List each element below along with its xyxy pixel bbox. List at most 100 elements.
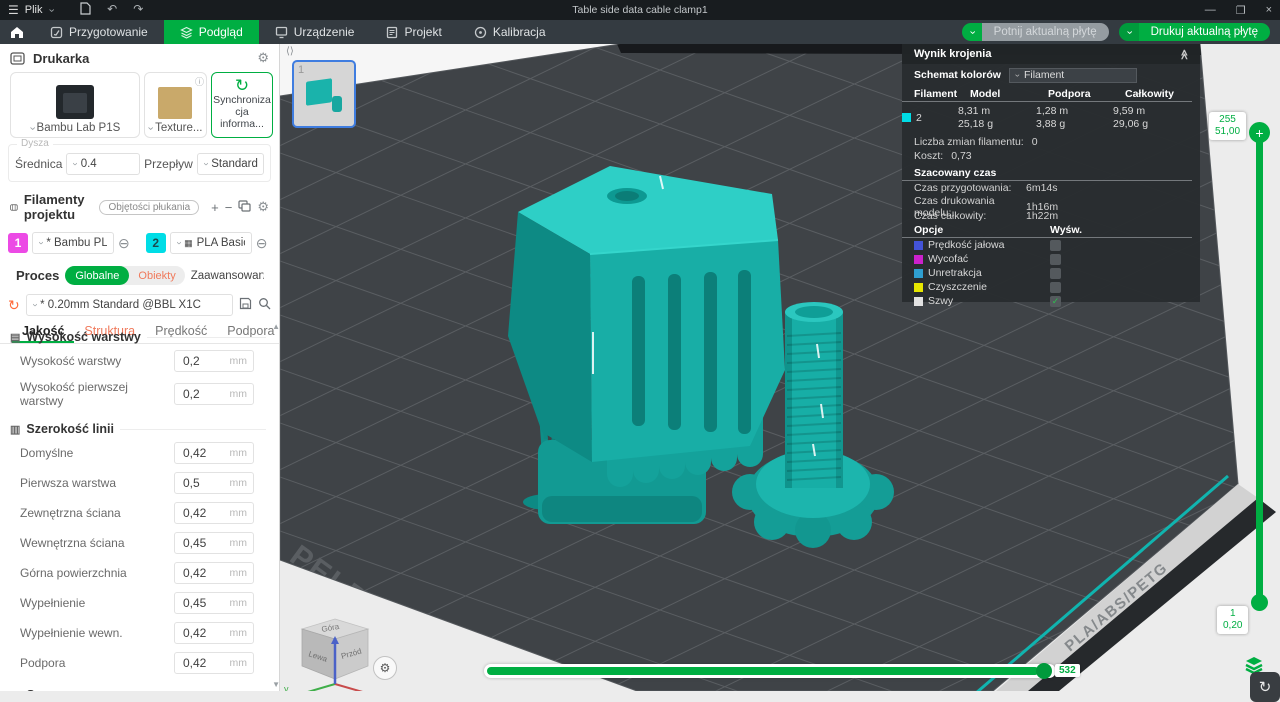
printer-section-header: Drukarka ⚙ <box>0 44 279 68</box>
layer-height-input[interactable]: 0,2mm <box>174 350 254 372</box>
redo-icon[interactable]: ↷ <box>133 2 143 18</box>
move-slider-handle[interactable] <box>1036 663 1052 679</box>
print-dropdown-chevron-icon[interactable]: › <box>1119 23 1139 41</box>
option-row: Wycofać✓ <box>902 252 1200 266</box>
center-view-button[interactable]: ⚙ <box>373 656 397 680</box>
bottom-layer-tooltip: 10,20 <box>1217 606 1248 634</box>
replay-button[interactable]: ↻ <box>1250 672 1280 702</box>
process-scope-switch[interactable]: Globalne Obiekty <box>65 266 184 285</box>
thumbnail-model-block <box>306 78 332 106</box>
top-surface-line-width-input[interactable]: 0,42mm <box>174 562 254 584</box>
option-checkbox[interactable]: ✓ <box>1050 240 1061 251</box>
tab-podglad[interactable]: Podgląd <box>164 20 259 44</box>
color-scheme-select[interactable]: ›Filament <box>1009 68 1137 83</box>
default-line-width-input[interactable]: 0,42mm <box>174 442 254 464</box>
top-layer-tooltip: 25551,00 <box>1209 112 1246 140</box>
thumbnail-collapse-icon[interactable]: ⟨⟩ <box>286 46 294 57</box>
scope-global-pill[interactable]: Globalne <box>65 266 129 285</box>
advanced-label: Zaawansowane <box>191 270 272 282</box>
slice-plate-button[interactable]: › Potnij aktualną płytę <box>962 23 1109 41</box>
reset-preset-icon[interactable]: ↻ <box>8 297 20 314</box>
filaments-section-header: Filamenty projektu Objętości płukania + … <box>0 182 279 224</box>
left-sidebar: Drukarka ⚙ › Bambu Lab P1S ⓘ › Texture..… <box>0 44 280 691</box>
undo-icon[interactable]: ↶ <box>107 2 117 18</box>
add-filament-button[interactable]: + <box>211 201 219 214</box>
home-icon <box>10 26 24 39</box>
layer-height-group-icon: ▤ <box>10 331 20 344</box>
remove-filament-button[interactable]: − <box>225 201 233 214</box>
printer-image <box>56 85 94 119</box>
printer-section-title: Drukarka <box>33 51 89 66</box>
filament-1-edit-icon[interactable]: ⊖ <box>118 236 130 250</box>
home-tab[interactable] <box>0 20 34 44</box>
move-slider[interactable] <box>484 664 1056 678</box>
infill-line-width-input[interactable]: 0,45mm <box>174 592 254 614</box>
flow-select[interactable]: ›Standard <box>197 153 264 175</box>
option-row: Prędkość jałowa✓ <box>902 238 1200 252</box>
process-title: Proces <box>16 268 59 283</box>
filaments-title: Filamenty projektu <box>24 192 94 222</box>
option-checkbox[interactable]: ✓ <box>1050 268 1061 279</box>
internal-infill-line-width-input[interactable]: 0,42mm <box>174 622 254 644</box>
layer-slider-bottom-handle[interactable] <box>1251 594 1268 611</box>
hamburger-menu-icon[interactable]: ☰ <box>8 3 19 17</box>
file-menu[interactable]: Plik <box>25 4 43 16</box>
option-checkbox[interactable]: ✓ <box>1050 254 1061 265</box>
inner-wall-line-width-input[interactable]: 0,45mm <box>174 532 254 554</box>
setting-row: Górna powierzchnia0,42mm <box>0 558 280 588</box>
filament-changes-row: Liczba zmian filamentu:0 <box>902 135 1200 149</box>
preview-layers-icon <box>180 26 193 39</box>
nozzle-diameter-select[interactable]: ›0.4 <box>66 153 140 175</box>
outer-wall-line-width-input[interactable]: 0,42mm <box>174 502 254 524</box>
scroll-down-icon[interactable]: ▼ <box>272 680 280 689</box>
nozzle-group-legend: Dysza <box>17 138 53 149</box>
filament-2-select[interactable]: ›▦PLA Basic @... <box>170 232 252 254</box>
estimated-time-title: Szacowany czas <box>902 165 1192 181</box>
scroll-up-icon[interactable]: ▲ <box>272 322 280 331</box>
printer-card[interactable]: › Bambu Lab P1S <box>10 72 140 138</box>
setting-row: Pierwsza warstwa0,5mm <box>0 468 280 498</box>
tab-urzadzenie[interactable]: Urządzenie <box>259 20 371 44</box>
first-layer-line-width-input[interactable]: 0,5mm <box>174 472 254 494</box>
tab-projekt[interactable]: Projekt <box>370 20 457 44</box>
ams-sync-icon[interactable] <box>238 200 251 215</box>
tab-przygotowanie[interactable]: Przygotowanie <box>34 20 164 44</box>
time-row: Czas całkowity:1h22m <box>902 209 1200 223</box>
process-preset-select[interactable]: ›* 0.20mm Standard @BBL X1C <box>26 294 233 316</box>
support-line-width-input[interactable]: 0,42mm <box>174 652 254 674</box>
filament-2-edit-icon[interactable]: ⊖ <box>256 236 268 250</box>
scope-objects-pill[interactable]: Obiekty <box>129 270 184 282</box>
plate-type-card[interactable]: ⓘ › Texture... <box>144 72 207 138</box>
layer-slider-top-handle-add-icon[interactable]: + <box>1249 122 1270 143</box>
sync-printer-info-button[interactable]: ↻ Synchroniza cja informa... <box>211 72 273 138</box>
printer-icon <box>10 52 25 65</box>
setting-row: Wypełnienie0,45mm <box>0 588 280 618</box>
slice-dropdown-chevron-icon[interactable]: › <box>962 23 982 41</box>
option-checkbox[interactable]: ✓ <box>1050 282 1061 293</box>
restore-button[interactable]: ❐ <box>1236 4 1246 17</box>
device-icon <box>275 26 288 39</box>
flush-volumes-button[interactable]: Objętości płukania <box>99 200 199 215</box>
layer-range-slider[interactable] <box>1256 130 1263 602</box>
filament-1-select[interactable]: ›* Bambu PLA B... <box>32 232 114 254</box>
printer-settings-gear-icon[interactable]: ⚙ <box>257 50 269 66</box>
filament-settings-gear-icon[interactable]: ⚙ <box>257 199 269 215</box>
option-checkbox[interactable]: ✓ <box>1050 296 1061 307</box>
options-header: OpcjeWyśw. <box>902 223 1192 238</box>
plate-thumbnail[interactable]: 1 <box>292 60 356 128</box>
main-nav-bar: Przygotowanie Podgląd Urządzenie Projekt… <box>0 20 1280 44</box>
file-menu-chevron-icon[interactable]: › <box>45 8 56 12</box>
diameter-label: Średnica <box>15 157 62 171</box>
new-file-icon[interactable] <box>80 2 91 18</box>
close-button[interactable]: × <box>1266 4 1272 16</box>
search-settings-icon[interactable] <box>258 297 271 313</box>
plate-info-icon[interactable]: ⓘ <box>195 75 204 88</box>
print-plate-button[interactable]: › Drukuj aktualną płytę <box>1119 23 1270 41</box>
tab-kalibracja[interactable]: Kalibracja <box>458 20 562 44</box>
filament-2-badge: 2 <box>146 233 166 253</box>
filament-table-header: FilamentModelPodporaCałkowity <box>902 86 1192 102</box>
panel-collapse-icon[interactable]: ≫ <box>1179 49 1190 59</box>
first-layer-height-input[interactable]: 0,2mm <box>174 383 254 405</box>
minimize-button[interactable]: — <box>1205 4 1216 16</box>
save-preset-icon[interactable] <box>239 297 252 313</box>
